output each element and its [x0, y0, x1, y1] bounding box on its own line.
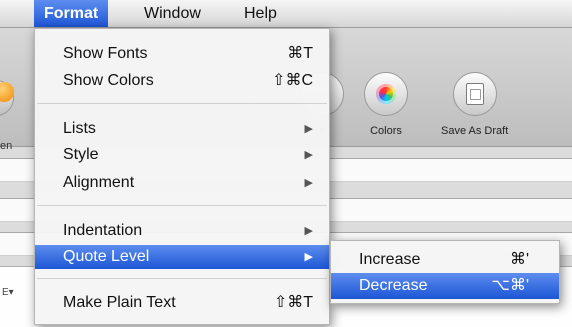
- menu-shortcut: ⌥⌘': [491, 277, 530, 294]
- encoding-popup-partial[interactable]: E▾: [2, 287, 14, 298]
- format-menu: Show Fonts ⌘T Show Colors ⇧⌘C Lists ▶ St…: [34, 28, 330, 325]
- menubar-format[interactable]: Format: [34, 0, 109, 27]
- menu-item-label: Show Fonts: [63, 45, 148, 62]
- menu-item-make-plain-text[interactable]: Make Plain Text ⇧⌘T: [35, 291, 329, 315]
- submenu-arrow-icon: ▶: [304, 177, 313, 189]
- menu-separator: [37, 278, 327, 279]
- submenu-item-increase[interactable]: Increase ⌘': [331, 247, 559, 273]
- menu-item-indentation[interactable]: Indentation ▶: [35, 219, 329, 243]
- submenu-arrow-icon: ▶: [304, 123, 313, 135]
- toolbar-label: Save As Draft: [441, 125, 509, 137]
- menubar-window[interactable]: Window: [144, 0, 201, 27]
- toolbar-label: Colors: [370, 125, 402, 137]
- menu-item-quote-level[interactable]: Quote Level ▶: [35, 245, 329, 269]
- menu-separator: [37, 205, 327, 206]
- menu-shortcut: ⇧⌘T: [273, 294, 313, 311]
- quote-level-submenu: Increase ⌘' Decrease ⌥⌘': [330, 240, 560, 304]
- menu-item-label: Alignment: [63, 174, 135, 191]
- menu-bar: Format Window Help: [0, 0, 572, 28]
- toolbar-item-colors[interactable]: Colors: [364, 72, 408, 137]
- submenu-arrow-icon: ▶: [304, 225, 313, 237]
- menu-item-label: Lists: [63, 120, 96, 137]
- save-draft-icon: [465, 83, 484, 105]
- submenu-arrow-icon: ▶: [304, 251, 313, 263]
- menu-shortcut: ⌘T: [287, 45, 313, 62]
- menubar-help[interactable]: Help: [244, 0, 277, 27]
- color-wheel-icon: [376, 84, 396, 104]
- menu-item-lists[interactable]: Lists ▶: [35, 117, 329, 141]
- menu-shortcut: ⇧⌘C: [272, 72, 313, 89]
- menu-shortcut: ⌘': [509, 251, 529, 268]
- submenu-arrow-icon: ▶: [304, 149, 313, 161]
- menu-item-label: Make Plain Text: [63, 294, 176, 311]
- menu-item-alignment[interactable]: Alignment ▶: [35, 171, 329, 195]
- menu-item-label: Quote Level: [63, 248, 150, 265]
- menu-item-label: Style: [63, 146, 99, 163]
- menu-item-show-fonts[interactable]: Show Fonts ⌘T: [35, 42, 329, 66]
- menu-item-show-colors[interactable]: Show Colors ⇧⌘C: [35, 69, 329, 93]
- menu-item-label: Indentation: [63, 222, 143, 239]
- submenu-item-decrease[interactable]: Decrease ⌥⌘': [331, 273, 559, 299]
- menu-item-label: Increase: [359, 251, 421, 268]
- menu-item-label: Decrease: [359, 277, 428, 294]
- menu-separator: [37, 103, 327, 104]
- toolbar-label-partial: en: [0, 140, 13, 152]
- toolbar-item-save-as-draft[interactable]: Save As Draft: [441, 72, 508, 137]
- menu-item-label: Show Colors: [63, 72, 154, 89]
- menu-item-style[interactable]: Style ▶: [35, 143, 329, 167]
